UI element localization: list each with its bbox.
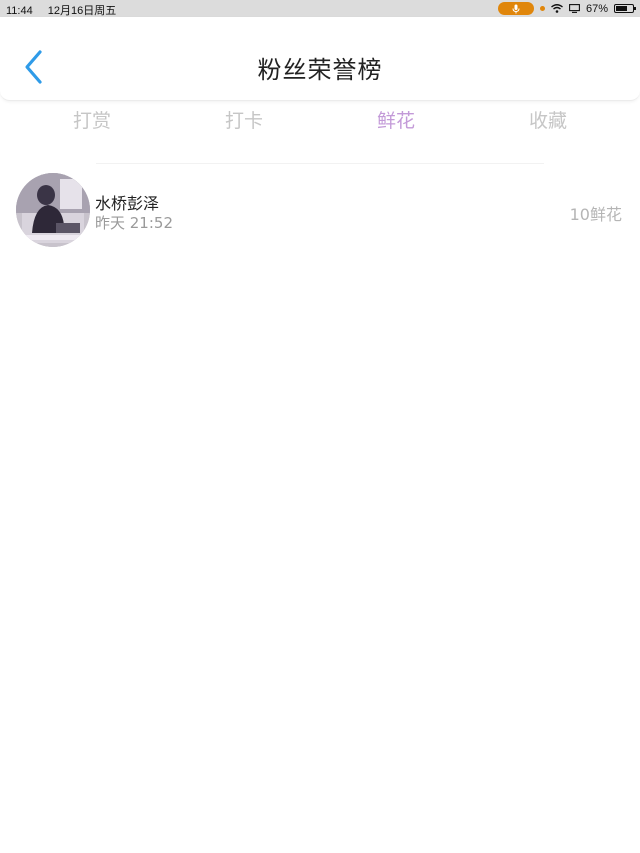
status-bar: 11:44 12月16日周五 67% — [0, 0, 640, 17]
screen-mirror-icon — [569, 4, 580, 13]
battery-icon — [614, 4, 636, 13]
mic-icon — [497, 2, 534, 15]
timestamp: 昨天 21:52 — [95, 214, 173, 232]
list-item[interactable]: 水桥彭泽 昨天 21:52 10鲜花 — [0, 170, 640, 250]
tab-checkin[interactable]: 打卡 — [168, 104, 320, 138]
tab-flowers[interactable]: 鲜花 — [320, 104, 472, 138]
status-date: 12月16日周五 — [47, 5, 117, 17]
wifi-icon — [551, 4, 563, 13]
tab-collect[interactable]: 收藏 — [472, 104, 624, 138]
status-time: 11:44 — [6, 5, 33, 17]
flower-count: 10鲜花 — [569, 205, 622, 224]
status-right: 67% — [497, 1, 636, 16]
tab-bar: 打赏 打卡 鲜花 收藏 — [16, 104, 624, 138]
user-name: 水桥彭泽 — [95, 194, 160, 213]
status-left: 11:44 12月16日周五 — [6, 2, 128, 18]
avatar[interactable] — [16, 173, 90, 247]
battery-percent: 67% — [585, 2, 608, 15]
tab-reward[interactable]: 打赏 — [16, 104, 168, 138]
battery-fill — [616, 6, 627, 11]
nav-bar: 粉丝荣誉榜 — [0, 17, 640, 101]
page: 11:44 12月16日周五 67% 粉丝荣誉榜 打赏 打卡 鲜花 收藏 水桥彭… — [0, 0, 640, 853]
orange-dot-icon — [539, 6, 545, 11]
divider — [96, 163, 544, 164]
page-title: 粉丝荣誉榜 — [257, 56, 383, 84]
